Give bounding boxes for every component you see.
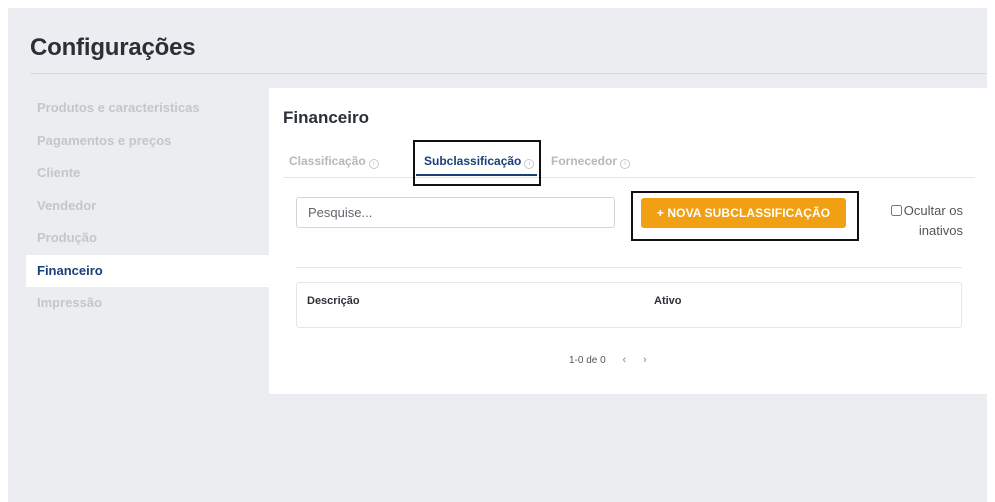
content-divider xyxy=(296,267,962,268)
info-icon: i xyxy=(524,159,535,169)
pagination: 1-0 de 0 ‹ › xyxy=(569,354,647,366)
tab-label: Fornecedor xyxy=(551,154,618,168)
column-header-descricao[interactable]: Descrição xyxy=(307,295,360,307)
sidebar-item-produtos[interactable]: Produtos e características xyxy=(26,92,270,125)
hide-inactive-checkbox[interactable] xyxy=(890,205,902,216)
sidebar-item-vendedor[interactable]: Vendedor xyxy=(26,190,270,223)
prev-page-button[interactable]: ‹ xyxy=(622,354,626,366)
tab-bar: Classificação i Subclassificação i Fornece… xyxy=(283,140,975,186)
new-subclassification-button[interactable]: + NOVA SUBCLASSIFICAÇÃO xyxy=(641,198,846,228)
subclassification-table: Descrição Ativo xyxy=(296,282,962,328)
tab-label: Classificação xyxy=(289,154,366,168)
section-title: Financeiro xyxy=(283,108,369,127)
info-icon: i xyxy=(368,159,379,169)
hide-inactive-toggle[interactable]: Ocultar os inativos xyxy=(883,201,963,241)
financeiro-panel: Financeiro Classificação i Subclassificaç… xyxy=(269,88,987,394)
column-header-ativo[interactable]: Ativo xyxy=(654,295,682,307)
next-page-button[interactable]: › xyxy=(643,354,647,366)
page-title: Configurações xyxy=(30,34,196,61)
title-divider xyxy=(30,73,987,74)
sidebar-item-cliente[interactable]: Cliente xyxy=(26,157,270,190)
info-icon: i xyxy=(620,159,631,169)
tab-classificacao[interactable]: Classificação i xyxy=(289,154,379,169)
hide-inactive-label: Ocultar os inativos xyxy=(903,203,963,238)
tab-subclassificacao[interactable]: Subclassificação i xyxy=(424,154,535,169)
settings-sidebar: Produtos e características Pagamentos e … xyxy=(26,92,270,320)
sidebar-item-impressao[interactable]: Impressão xyxy=(26,287,270,320)
active-tab-underline xyxy=(416,174,537,176)
sidebar-item-financeiro[interactable]: Financeiro xyxy=(26,254,270,287)
tab-label: Subclassificação xyxy=(424,154,522,168)
tab-fornecedor[interactable]: Fornecedor i xyxy=(551,154,631,169)
sidebar-item-producao[interactable]: Produção xyxy=(26,222,270,255)
search-input[interactable] xyxy=(296,197,615,228)
sidebar-item-pagamentos[interactable]: Pagamentos e preços xyxy=(26,125,270,158)
pagination-summary: 1-0 de 0 xyxy=(569,355,606,366)
app-window: Configurações Produtos e características… xyxy=(8,8,987,502)
